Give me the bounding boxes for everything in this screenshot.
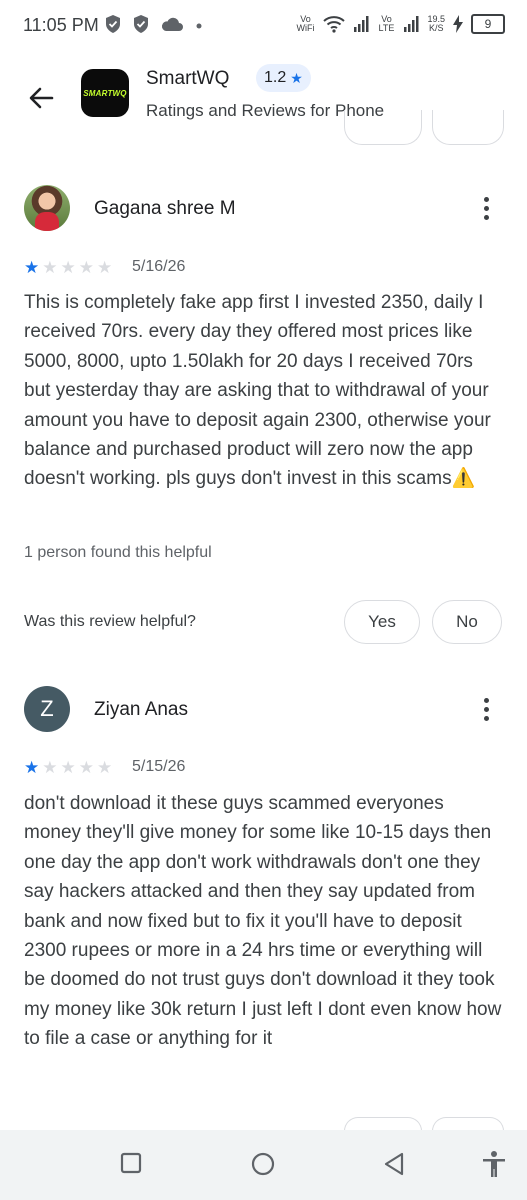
cloud-icon: [161, 17, 183, 31]
app-logo: SMARTWQ: [81, 69, 129, 117]
recents-button[interactable]: [120, 1152, 142, 1179]
prev-yes-button[interactable]: [344, 110, 422, 145]
star-icon: ★: [60, 258, 76, 277]
star-icon: ★: [290, 69, 303, 86]
more-options-button[interactable]: [472, 192, 500, 224]
rating-badge: 1.2 ★: [256, 64, 311, 92]
helpful-yes-button[interactable]: Yes: [344, 600, 420, 644]
review-text: don't download it these guys scammed eve…: [24, 793, 502, 1050]
reviewer-name: Ziyan Anas: [94, 699, 188, 720]
review-text: This is completely fake app first I inve…: [24, 292, 491, 490]
vo-wifi-label: Vo WiFi: [296, 14, 315, 33]
next-no-button[interactable]: [432, 1117, 504, 1131]
next-yes-button[interactable]: [344, 1117, 422, 1131]
more-vert-icon: [483, 196, 489, 202]
star-icon: ★: [42, 758, 58, 777]
star-icon: ★: [42, 258, 58, 277]
status-time: 11:05 PM: [23, 15, 99, 35]
app-logo-text: SMARTWQ: [83, 88, 127, 98]
back-nav-button[interactable]: [383, 1152, 405, 1181]
shield-check-icon: [134, 15, 148, 33]
star-rating: ★ ★ ★ ★ ★: [24, 259, 112, 276]
helpful-count: 1 person found this helpful: [24, 544, 212, 561]
network-speed: 19.5 K/S: [427, 15, 445, 33]
helpful-no-button[interactable]: No: [432, 600, 502, 644]
star-icon: ★: [24, 258, 40, 277]
recents-square-icon: [120, 1152, 142, 1174]
star-icon: ★: [78, 258, 94, 277]
avatar: Z: [24, 686, 70, 732]
signal-icon: [404, 16, 419, 32]
more-options-button[interactable]: [472, 693, 500, 725]
back-triangle-icon: [384, 1152, 404, 1176]
accessibility-button[interactable]: [481, 1150, 507, 1183]
star-icon: ★: [24, 758, 40, 777]
star-icon: ★: [97, 258, 113, 277]
status-system-icons: Vo WiFi Vo LTE 19.5 K/S 9: [295, 14, 505, 34]
shield-check-icon: [106, 15, 120, 33]
dot-icon: [196, 23, 202, 29]
status-bar: 11:05 PM Vo WiFi Vo LTE 19.5 K/S 9: [0, 0, 527, 54]
wifi-icon: [323, 16, 346, 33]
app-name: SmartWQ: [146, 68, 230, 89]
review-date: 5/16/26: [132, 258, 186, 275]
helpful-question: Was this review helpful?: [24, 613, 196, 630]
system-nav-bar: [0, 1130, 527, 1200]
rating-value: 1.2: [264, 69, 287, 86]
battery-indicator: 9: [471, 14, 505, 34]
signal-icon: [354, 16, 369, 32]
home-button[interactable]: [251, 1152, 275, 1181]
back-button[interactable]: [22, 78, 62, 118]
reviewer-name: Gagana shree M: [94, 198, 236, 219]
review-date: 5/15/26: [132, 758, 186, 775]
network-speed-unit: K/S: [428, 23, 444, 33]
vo-lte-label: Vo LTE: [378, 14, 395, 33]
star-icon: ★: [78, 758, 94, 777]
star-rating: ★ ★ ★ ★ ★: [24, 759, 112, 776]
accessibility-icon: [483, 1151, 505, 1177]
prev-no-button[interactable]: [432, 110, 504, 145]
avatar: [24, 185, 70, 231]
charging-bolt-icon: [453, 15, 463, 33]
status-notification-icons: [104, 14, 204, 34]
star-icon: ★: [60, 758, 76, 777]
more-vert-icon: [483, 697, 489, 703]
arrow-back-icon: [29, 87, 54, 109]
star-icon: ★: [97, 758, 113, 777]
home-circle-icon: [251, 1152, 275, 1176]
